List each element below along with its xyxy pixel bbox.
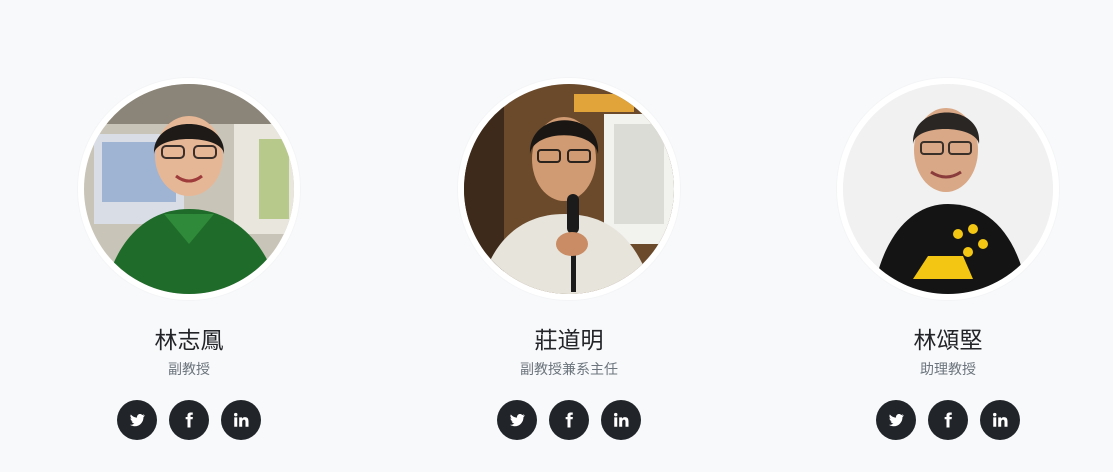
twitter-button[interactable] (117, 400, 157, 440)
team-member-card: 林頌堅 助理教授 (798, 78, 1098, 440)
twitter-icon (129, 414, 145, 427)
team-member-card: 林志鳳 副教授 (39, 78, 339, 440)
member-name: 莊道明 (534, 328, 604, 354)
member-title: 副教授兼系主任 (520, 362, 618, 378)
facebook-button[interactable] (928, 400, 968, 440)
facebook-icon (944, 412, 952, 428)
twitter-icon (888, 414, 904, 427)
linkedin-button[interactable] (601, 400, 641, 440)
twitter-button[interactable] (497, 400, 537, 440)
linkedin-button[interactable] (980, 400, 1020, 440)
member-photo (843, 84, 1053, 294)
facebook-icon (185, 412, 193, 428)
member-name: 林志鳳 (154, 328, 224, 354)
twitter-icon (509, 414, 525, 427)
facebook-button[interactable] (169, 400, 209, 440)
social-links (798, 400, 1098, 440)
linkedin-icon (234, 412, 249, 427)
member-title: 副教授 (168, 362, 210, 378)
facebook-button[interactable] (549, 400, 589, 440)
member-name: 林頌堅 (913, 328, 983, 354)
social-links (419, 400, 719, 440)
team-section: 林志鳳 副教授 莊道明 副教授兼系主任 林頌堅 助理教授 (0, 0, 1113, 472)
twitter-button[interactable] (876, 400, 916, 440)
linkedin-button[interactable] (221, 400, 261, 440)
social-links (39, 400, 339, 440)
facebook-icon (565, 412, 573, 428)
linkedin-icon (993, 412, 1008, 427)
member-photo (464, 84, 674, 294)
avatar (78, 78, 300, 300)
member-title: 助理教授 (920, 362, 976, 378)
avatar (837, 78, 1059, 300)
avatar (458, 78, 680, 300)
linkedin-icon (614, 412, 629, 427)
member-photo (84, 84, 294, 294)
team-member-card: 莊道明 副教授兼系主任 (419, 78, 719, 440)
